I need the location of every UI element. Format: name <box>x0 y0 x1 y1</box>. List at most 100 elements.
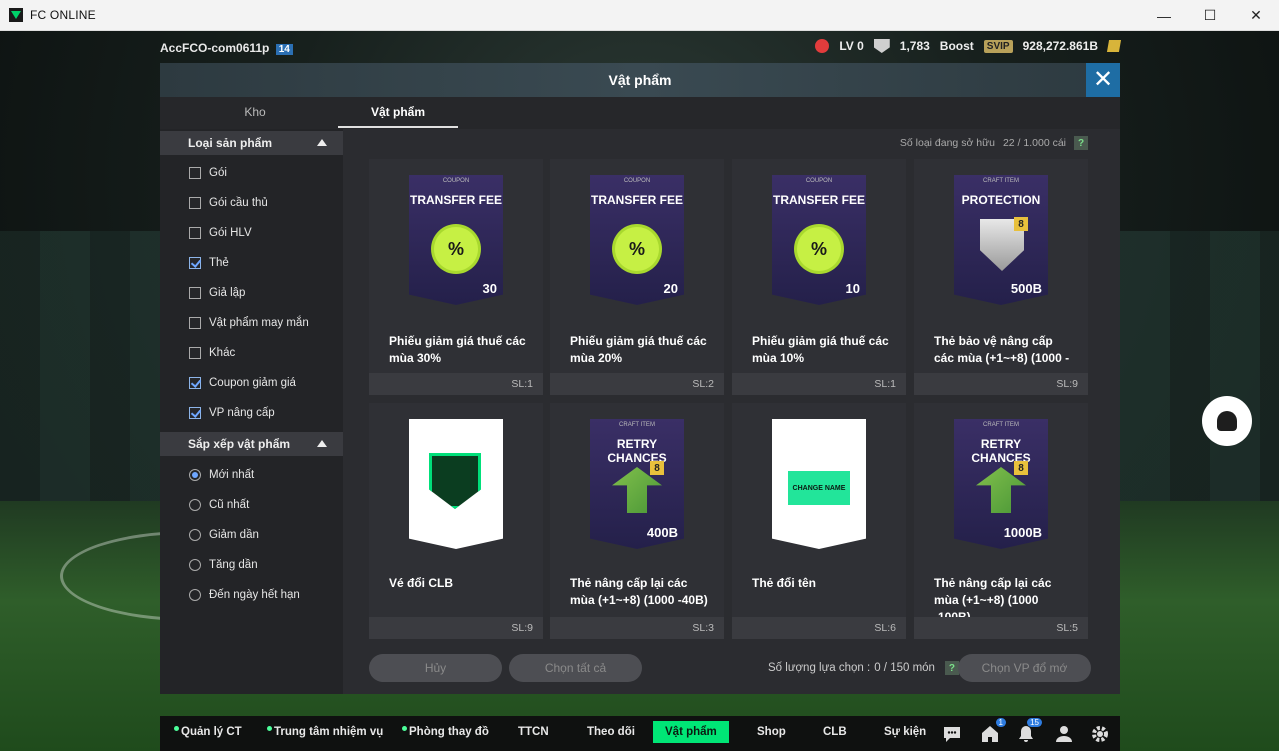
item-card[interactable]: COUPON TRANSFER FEE % 30 Phiếu giảm giá … <box>369 159 543 395</box>
sort-option-expiry[interactable]: Đến ngày hết hạn <box>189 587 300 603</box>
filter-option-vp-may-man[interactable]: Vật phẩm may mắn <box>189 315 309 331</box>
nav-shop[interactable]: Shop <box>757 726 786 738</box>
card-tag: CRAFT ITEM <box>983 178 1019 184</box>
sort-section-header[interactable]: Sắp xếp vật phẩm <box>160 432 343 456</box>
nav-su-kien[interactable]: Sự kiện <box>884 726 926 738</box>
filter-option-goi[interactable]: Gói <box>189 165 227 181</box>
filter-label: Gói <box>209 167 227 179</box>
category-section-header[interactable]: Loại sản phẩm <box>160 131 343 155</box>
filter-option-khac[interactable]: Khác <box>189 345 235 361</box>
radio-icon[interactable] <box>189 589 201 601</box>
nav-label: Theo dõi <box>587 726 635 738</box>
filter-sidebar: Loại sản phẩm Gói Gói cầu thủ Gói HLV Th… <box>160 129 343 694</box>
coupon-card-art: COUPON TRANSFER FEE % 30 <box>409 175 503 305</box>
filter-option-gia-lap[interactable]: Giả lập <box>189 285 245 301</box>
item-card[interactable]: CHANGE NAME Thẻ đổi tên SL:6 <box>732 403 906 639</box>
item-card[interactable]: CRAFT ITEM RETRY CHANCES 8 1000B Thẻ nân… <box>914 403 1088 639</box>
boost-label: Boost <box>939 39 974 53</box>
settings-gear-icon[interactable] <box>1090 724 1110 744</box>
user-chat-icon <box>1217 411 1237 431</box>
card-value: 400B <box>646 525 678 540</box>
owned-value: 22 / 1.000 cái <box>1002 137 1066 149</box>
checkbox-checked-icon[interactable] <box>189 257 201 269</box>
radio-icon[interactable] <box>189 499 201 511</box>
filter-label: VP nâng cấp <box>209 407 275 419</box>
item-card[interactable]: CRAFT ITEM RETRY CHANCES 8 400B Thẻ nâng… <box>550 403 724 639</box>
maximize-button[interactable]: ☐ <box>1187 0 1233 31</box>
nav-ttcn[interactable]: TTCN <box>518 726 549 738</box>
filter-option-coupon[interactable]: Coupon giảm giá <box>189 375 296 391</box>
item-name: Phiếu giảm giá thuế các mùa 10% <box>752 334 889 365</box>
checkbox-icon[interactable] <box>189 347 201 359</box>
fc-online-logo-icon <box>9 8 23 22</box>
checkbox-icon[interactable] <box>189 227 201 239</box>
card-tag: CRAFT ITEM <box>619 422 655 428</box>
sort-option-newest[interactable]: Mới nhất <box>189 467 254 483</box>
notification-dot-icon <box>267 726 272 731</box>
bottom-navigation: Quản lý CT Trung tâm nhiệm vụ Phòng thay… <box>160 716 1120 751</box>
items-dialog: Vật phẩm ✕ Kho Vật phẩm Loại sản phẩm Gó… <box>160 63 1120 694</box>
coin-icon <box>1106 40 1122 52</box>
card-art-title: TRANSFER FEE <box>772 193 865 207</box>
nav-label: Quản lý CT <box>181 726 242 738</box>
nav-vat-pham[interactable]: Vật phẩm <box>653 721 729 743</box>
filter-option-vp-nang-cap[interactable]: VP nâng cấp <box>189 405 275 421</box>
active-tab-indicator <box>338 126 458 128</box>
select-all-button[interactable]: Chọn tất cả <box>509 654 642 682</box>
checkbox-checked-icon[interactable] <box>189 377 201 389</box>
filter-label: Vật phẩm may mắn <box>209 317 309 329</box>
radio-icon[interactable] <box>189 559 201 571</box>
profile-icon[interactable] <box>1054 724 1074 744</box>
window-close-button[interactable]: ✕ <box>1233 0 1279 31</box>
item-card[interactable]: Vé đổi CLB SL:9 <box>369 403 543 639</box>
sort-option-oldest[interactable]: Cũ nhất <box>189 497 249 513</box>
nav-theo-doi[interactable]: Theo dõi <box>587 726 635 738</box>
tab-kho[interactable]: Kho <box>210 105 300 119</box>
selection-label: Số lượng lựa chọn : <box>768 662 871 674</box>
selection-value: 0 / 150 món <box>874 662 935 674</box>
nav-trung-tam-nhiem-vu[interactable]: Trung tâm nhiệm vụ <box>267 726 383 738</box>
minimize-button[interactable]: — <box>1141 0 1187 31</box>
radio-icon[interactable] <box>189 529 201 541</box>
filter-option-the[interactable]: Thẻ <box>189 255 229 271</box>
chat-icon[interactable] <box>942 724 962 744</box>
checkbox-icon[interactable] <box>189 287 201 299</box>
dialog-close-button[interactable]: ✕ <box>1086 63 1120 97</box>
sort-option-ascending[interactable]: Tăng dần <box>189 557 258 573</box>
item-quantity: SL:2 <box>550 373 724 395</box>
item-quantity: SL:5 <box>914 617 1088 639</box>
nav-clb[interactable]: CLB <box>823 726 847 738</box>
choose-items-button[interactable]: Chọn VP đổ mớ <box>958 654 1091 682</box>
filter-option-goi-hlv[interactable]: Gói HLV <box>189 225 252 241</box>
item-card[interactable]: COUPON TRANSFER FEE % 10 Phiếu giảm giá … <box>732 159 906 395</box>
window-titlebar: FC ONLINE — ☐ ✕ <box>0 0 1279 31</box>
card-tag: COUPON <box>623 178 651 184</box>
collapse-up-icon <box>317 139 327 146</box>
chat-support-button[interactable] <box>1202 396 1252 446</box>
checkbox-icon[interactable] <box>189 197 201 209</box>
checkbox-checked-icon[interactable] <box>189 407 201 419</box>
nav-phong-thay-do[interactable]: Phòng thay đồ <box>402 726 489 738</box>
help-icon[interactable]: ? <box>1074 136 1088 150</box>
item-name: Thẻ nâng cấp lại các mùa (+1~+8) (1000 -… <box>570 576 708 607</box>
radio-selected-icon[interactable] <box>189 469 201 481</box>
home-icon[interactable]: 1 <box>980 718 1006 744</box>
owned-label: Số loại đang sở hữu <box>899 137 995 149</box>
category-section-title: Loại sản phẩm <box>188 136 273 150</box>
filter-option-goi-cau-thu[interactable]: Gói cầu thủ <box>189 195 268 211</box>
club-badge-icon <box>429 453 481 509</box>
checkbox-icon[interactable] <box>189 167 201 179</box>
checkbox-icon[interactable] <box>189 317 201 329</box>
hud-stats: LV 0 1,783 Boost SVIP 928,272.861B <box>815 39 1122 53</box>
nav-quan-ly-ct[interactable]: Quản lý CT <box>174 726 242 738</box>
help-icon[interactable]: ? <box>944 661 959 675</box>
item-card[interactable]: CRAFT ITEM PROTECTION 8 500B Thẻ bảo vệ … <box>914 159 1088 395</box>
top-hud: AccFCO-com0611p 14 LV 0 1,783 Boost SVIP… <box>0 31 1279 65</box>
item-card[interactable]: COUPON TRANSFER FEE % 20 Phiếu giảm giá … <box>550 159 724 395</box>
bell-icon[interactable]: 15 <box>1016 718 1042 744</box>
filter-label: Coupon giảm giá <box>209 377 296 389</box>
account-name-text: AccFCO-com0611p <box>160 41 270 55</box>
cancel-button[interactable]: Hủy <box>369 654 502 682</box>
sort-option-descending[interactable]: Giảm dần <box>189 527 259 543</box>
tab-vat-pham[interactable]: Vật phẩm <box>338 105 458 119</box>
